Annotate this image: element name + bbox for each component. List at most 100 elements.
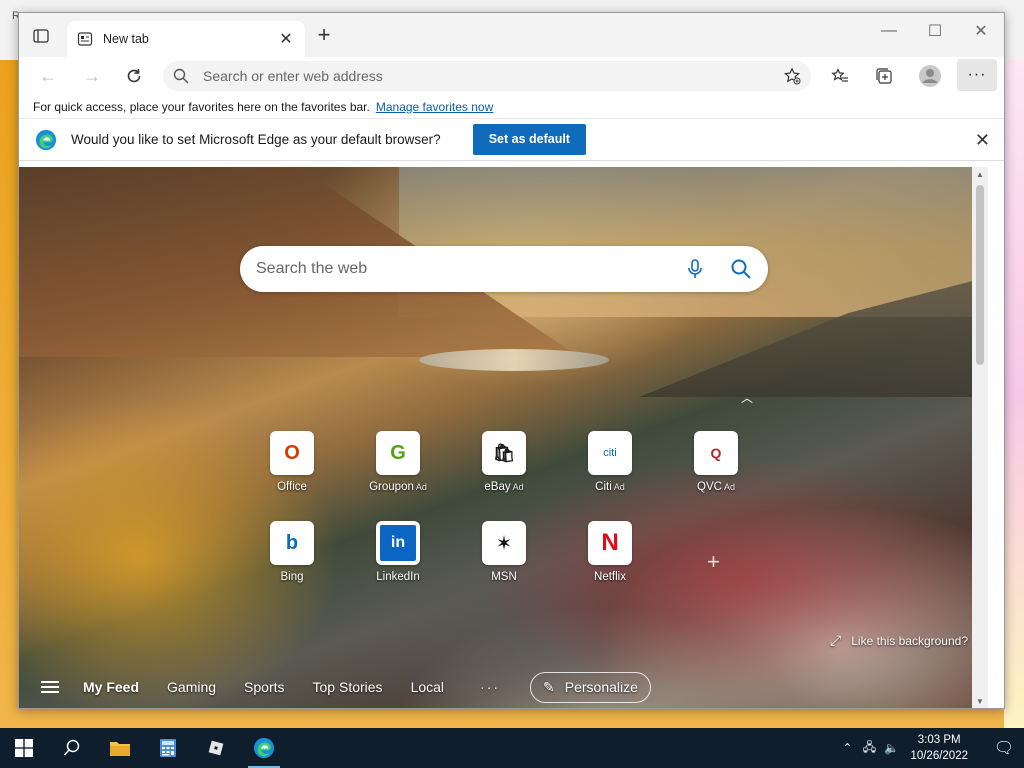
- clock-time: 3:03 PM: [917, 734, 961, 746]
- default-browser-infobar: Would you like to set Microsoft Edge as …: [19, 119, 1004, 161]
- add-site-plus-icon[interactable]: +: [707, 549, 720, 575]
- expand-icon: ⤢: [830, 632, 842, 648]
- roblox-taskbar-button[interactable]: [192, 728, 240, 768]
- quick-link-label: MSN: [491, 571, 517, 583]
- quick-link-linkedin[interactable]: in LinkedIn: [358, 521, 438, 583]
- add-favorite-icon[interactable]: [783, 67, 801, 85]
- minimize-button[interactable]: —: [866, 13, 912, 49]
- groupon-icon: G: [376, 431, 420, 475]
- notifications-icon[interactable]: 🗨: [984, 738, 1024, 758]
- personalize-label: Personalize: [564, 679, 638, 695]
- scroll-up-arrow-icon[interactable]: ▲: [972, 167, 988, 183]
- quick-link-label: Office: [277, 481, 307, 493]
- roblox-icon: [208, 740, 224, 756]
- background-sky: [399, 167, 988, 317]
- like-background-label: Like this background?: [851, 633, 968, 648]
- background-lake: [419, 349, 609, 371]
- quick-link-groupon[interactable]: G Groupon Ad: [358, 431, 438, 493]
- file-explorer-taskbar-button[interactable]: [96, 728, 144, 768]
- web-search-input[interactable]: Search the web: [256, 260, 684, 278]
- quick-link-bing[interactable]: b Bing: [252, 521, 332, 583]
- edge-browser-icon: [253, 737, 275, 759]
- profile-avatar-icon[interactable]: [917, 64, 943, 88]
- system-tray: ⌃ 🖧 🔈 3:03 PM 10/26/2022 🗨: [836, 728, 1024, 768]
- scrollbar-thumb[interactable]: [976, 185, 984, 365]
- settings-more-button[interactable]: ···: [957, 59, 997, 91]
- infobar-close-icon[interactable]: ✕: [975, 130, 990, 151]
- refresh-icon[interactable]: [121, 64, 147, 88]
- address-input[interactable]: Search or enter web address: [203, 68, 783, 84]
- personalize-button[interactable]: ✎ Personalize: [530, 671, 651, 703]
- maximize-button[interactable]: ☐: [912, 13, 958, 49]
- tab-bar: New tab ✕ + — ☐ ✕: [19, 13, 1004, 57]
- search-icon: [173, 68, 189, 84]
- new-tab-page: Search the web ︿ O Office G Groupon Ad 🛍 …: [19, 167, 988, 708]
- feed-tab-top-stories[interactable]: Top Stories: [313, 679, 383, 695]
- forward-arrow-icon[interactable]: →: [79, 64, 105, 88]
- ad-badge: Ad: [415, 482, 427, 492]
- edge-taskbar-button[interactable]: [240, 728, 288, 768]
- desktop-decoration: [1004, 60, 1024, 728]
- feed-tab-sports[interactable]: Sports: [244, 679, 284, 695]
- volume-icon[interactable]: 🔈: [880, 741, 902, 755]
- feed-more-button[interactable]: ···: [480, 679, 500, 695]
- back-arrow-icon[interactable]: ←: [35, 64, 61, 88]
- quick-link-msn[interactable]: ✶ MSN: [464, 521, 544, 583]
- favorites-bar-message: For quick access, place your favorites h…: [33, 99, 370, 114]
- clock[interactable]: 3:03 PM 10/26/2022: [910, 732, 968, 764]
- quick-link-label: Citi: [595, 481, 612, 493]
- tab-new-tab[interactable]: New tab ✕: [67, 21, 305, 57]
- feed-tab-gaming[interactable]: Gaming: [167, 679, 216, 695]
- chevron-up-icon[interactable]: ︿: [741, 389, 753, 406]
- hamburger-menu-icon[interactable]: [41, 678, 59, 696]
- msn-icon: ✶: [482, 521, 526, 565]
- ebay-icon: 🛍: [482, 431, 526, 475]
- favorites-icon[interactable]: [827, 64, 853, 88]
- feed-navigation: My Feed Gaming Sports Top Stories Local …: [19, 665, 972, 708]
- quick-link-qvc[interactable]: Q QVC Ad: [676, 431, 756, 493]
- browser-window: New tab ✕ + — ☐ ✕ ← → Search or enter we…: [18, 12, 1005, 709]
- chevron-up-icon[interactable]: ⌃: [836, 741, 858, 755]
- address-bar[interactable]: Search or enter web address: [163, 61, 811, 91]
- feed-tab-my-feed[interactable]: My Feed: [83, 679, 139, 695]
- web-search-box[interactable]: Search the web: [240, 246, 768, 292]
- quick-link-netflix[interactable]: N Netflix: [570, 521, 650, 583]
- collections-icon[interactable]: [871, 64, 897, 88]
- search-submit-icon[interactable]: [730, 258, 752, 280]
- quick-link-label: Bing: [280, 571, 304, 583]
- microphone-icon[interactable]: [684, 258, 706, 280]
- manage-favorites-link[interactable]: Manage favorites now: [376, 100, 493, 114]
- ad-badge: Ad: [512, 482, 524, 492]
- set-as-default-button[interactable]: Set as default: [472, 124, 586, 155]
- tab-close-icon[interactable]: ✕: [277, 29, 295, 49]
- ad-badge: Ad: [613, 482, 625, 492]
- feed-tab-local[interactable]: Local: [411, 679, 444, 695]
- quick-link-ebay[interactable]: 🛍 eBay Ad: [464, 431, 544, 493]
- start-button[interactable]: [0, 728, 48, 768]
- new-tab-button[interactable]: +: [313, 24, 335, 47]
- quick-link-office[interactable]: O Office: [252, 431, 332, 493]
- network-icon[interactable]: 🖧: [858, 738, 880, 759]
- quick-link-label: Groupon: [369, 481, 414, 493]
- calculator-taskbar-button[interactable]: [144, 728, 192, 768]
- default-browser-message: Would you like to set Microsoft Edge as …: [71, 132, 441, 147]
- quick-link-citi[interactable]: citi Citi Ad: [570, 431, 650, 493]
- scroll-down-arrow-icon[interactable]: ▼: [972, 694, 988, 708]
- search-taskbar-button[interactable]: [48, 728, 96, 768]
- browser-toolbar: ← → Search or enter web address ···: [19, 57, 1004, 95]
- page-scrollbar[interactable]: ▲ ▼: [972, 167, 988, 708]
- quick-link-label: QVC: [697, 481, 722, 493]
- tab-actions-icon[interactable]: [29, 25, 53, 47]
- edge-logo-icon: [35, 129, 57, 150]
- bing-icon: b: [270, 521, 314, 565]
- close-window-button[interactable]: ✕: [958, 13, 1004, 49]
- folder-icon: [110, 742, 130, 756]
- clock-date: 10/26/2022: [910, 750, 968, 762]
- search-icon: [63, 739, 80, 756]
- office-icon: O: [270, 431, 314, 475]
- pencil-icon: ✎: [543, 678, 555, 695]
- new-tab-page-icon: [77, 32, 93, 46]
- quick-link-label: Netflix: [594, 571, 626, 583]
- like-background-link[interactable]: ⤢ Like this background?: [830, 632, 968, 649]
- favorites-bar: For quick access, place your favorites h…: [19, 95, 1004, 119]
